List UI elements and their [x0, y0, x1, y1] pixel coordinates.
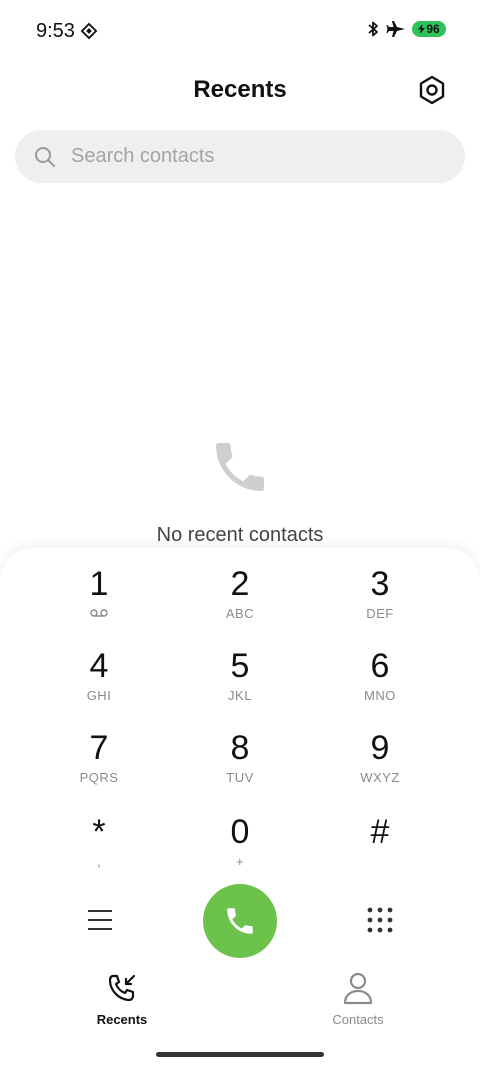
dial-key-hash[interactable]: #	[310, 812, 450, 888]
call-button[interactable]	[203, 884, 277, 958]
bluetooth-icon	[368, 21, 378, 37]
dial-key-8[interactable]: 8 TUV	[170, 728, 310, 804]
voicemail-icon	[90, 609, 108, 617]
phone-icon	[227, 908, 253, 934]
key-letters: DEF	[366, 606, 394, 621]
page-title: Recents	[193, 76, 287, 103]
phone-icon	[216, 443, 264, 491]
recents-call-icon	[108, 974, 136, 1002]
search-input[interactable]	[69, 144, 433, 169]
battery-level: 96	[426, 22, 440, 36]
key-digit: 2	[230, 565, 250, 603]
airplane-mode-icon	[386, 21, 405, 37]
keypad-grid-icon	[367, 907, 393, 933]
key-digit: 6	[370, 647, 390, 685]
dial-key-4[interactable]: 4 GHI	[29, 646, 169, 722]
key-letters: ABC	[225, 606, 255, 621]
key-digit: 4	[89, 647, 109, 685]
battery-indicator: 96	[412, 21, 446, 37]
status-time: 9:53	[36, 20, 75, 42]
key-letters: MNO	[364, 688, 396, 703]
key-digit: 0	[230, 813, 250, 851]
status-icons: 96	[366, 20, 446, 38]
bottom-navigation: Recents Contacts	[0, 970, 480, 1040]
key-letters: GHI	[86, 688, 112, 703]
key-letters: JKL	[228, 688, 252, 703]
menu-button[interactable]	[80, 900, 120, 940]
key-digit: 8	[230, 729, 250, 767]
menu-icon	[88, 910, 112, 930]
dial-key-2[interactable]: 2 ABC	[170, 564, 310, 640]
dial-key-3[interactable]: 3 DEF	[310, 564, 450, 640]
key-letters: TUV	[226, 770, 254, 785]
key-digit: 3	[370, 565, 390, 603]
search-icon	[35, 146, 55, 167]
dial-key-star[interactable]: * ,	[29, 812, 169, 888]
tab-recents-label: Recents	[96, 1012, 148, 1027]
dial-key-0[interactable]: 0 +	[170, 812, 310, 888]
key-digit: 9	[370, 729, 390, 767]
settings-button[interactable]	[414, 72, 450, 108]
key-letters: +	[235, 854, 245, 869]
home-indicator[interactable]	[156, 1052, 324, 1057]
dial-key-6[interactable]: 6 MNO	[310, 646, 450, 722]
empty-state	[0, 435, 480, 499]
dial-key-5[interactable]: 5 JKL	[170, 646, 310, 722]
settings-hexagon-icon	[419, 75, 445, 105]
person-icon	[343, 972, 373, 1005]
empty-state-message: No recent contacts	[156, 524, 324, 546]
charging-bolt-icon	[418, 24, 426, 34]
tab-contacts[interactable]: Contacts	[298, 970, 418, 1027]
nfc-diamond-icon	[80, 22, 98, 40]
dial-key-1[interactable]: 1	[29, 564, 169, 640]
key-digit: 7	[89, 729, 109, 767]
key-digit: #	[370, 813, 390, 851]
dial-key-7[interactable]: 7 PQRS	[29, 728, 169, 804]
tab-contacts-label: Contacts	[332, 1012, 384, 1027]
key-digit: 5	[230, 647, 250, 685]
search-bar[interactable]	[15, 130, 465, 183]
keypad-toggle-button[interactable]	[360, 900, 400, 940]
key-letters: PQRS	[79, 770, 119, 785]
dial-key-9[interactable]: 9 WXYZ	[310, 728, 450, 804]
key-letters: ,	[96, 854, 102, 869]
key-letters: WXYZ	[360, 770, 400, 785]
tab-recents[interactable]: Recents	[62, 970, 182, 1027]
key-digit: *	[92, 813, 106, 851]
status-bar: 9:53 96	[0, 0, 480, 62]
key-digit: 1	[89, 565, 109, 603]
